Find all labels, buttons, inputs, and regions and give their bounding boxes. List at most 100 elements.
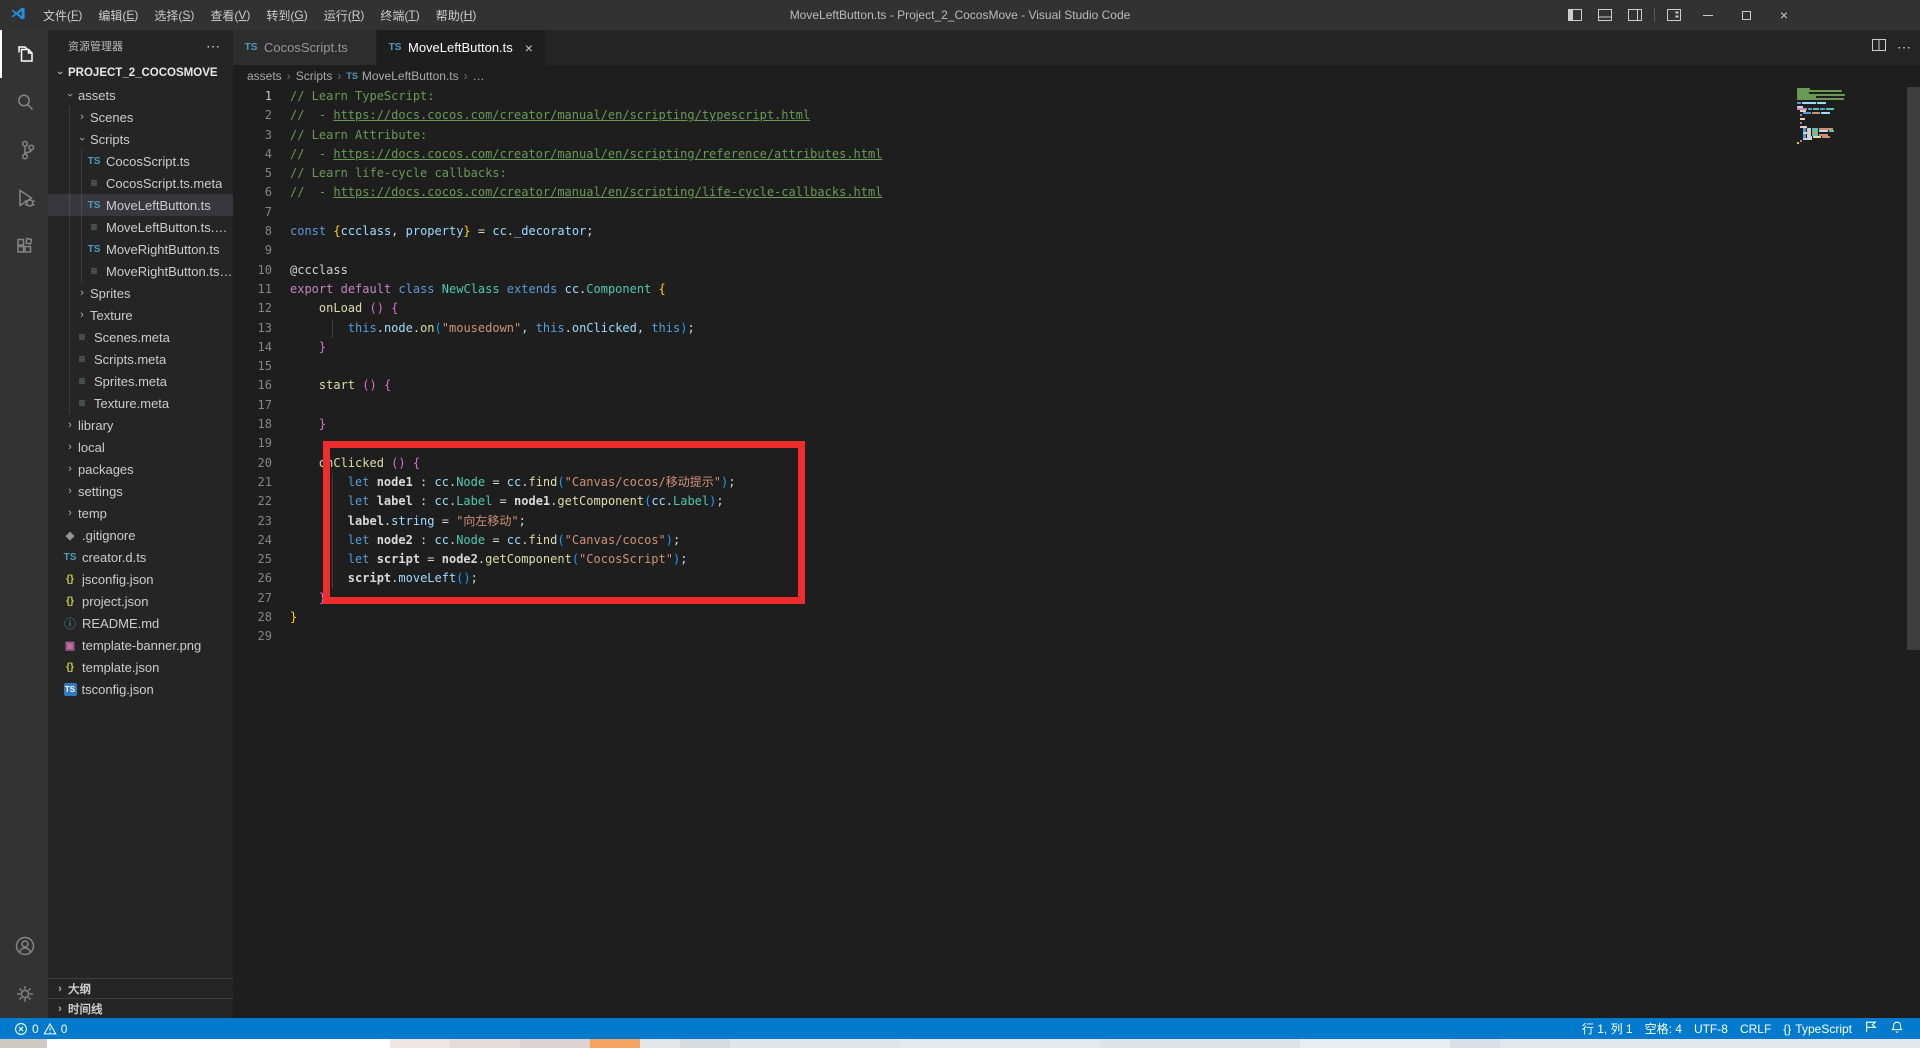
tree-item-moveleftbutton-ts[interactable]: TSMoveLeftButton.ts: [48, 194, 233, 216]
tab-moveleftbutton-ts[interactable]: TSMoveLeftButton.ts×: [377, 30, 546, 65]
tree-item-moveleftbutton-ts-meta[interactable]: ≡MoveLeftButton.ts.meta: [48, 216, 233, 238]
status-typescript[interactable]: {}TypeScript: [1777, 1018, 1858, 1039]
tree-item-sprites[interactable]: ›Sprites: [48, 282, 233, 304]
tree-item--gitignore[interactable]: ◈.gitignore: [48, 524, 233, 546]
extensions-icon[interactable]: [0, 222, 48, 270]
close-button[interactable]: ×: [1765, 0, 1803, 30]
code-line[interactable]: 3// Learn Attribute:: [233, 126, 1920, 145]
maximize-button[interactable]: [1727, 0, 1765, 30]
breadcrumb-item[interactable]: assets: [247, 69, 282, 83]
tree-item-scripts-meta[interactable]: ≡Scripts.meta: [48, 348, 233, 370]
tree-item-scenes-meta[interactable]: ≡Scenes.meta: [48, 326, 233, 348]
code-line[interactable]: 7: [233, 203, 1920, 222]
feedback-icon[interactable]: [1858, 1018, 1884, 1039]
menu-item[interactable]: 文件(F): [35, 0, 90, 30]
tree-item-settings[interactable]: ›settings: [48, 480, 233, 502]
menu-item[interactable]: 转到(G): [258, 0, 315, 30]
menu-item[interactable]: 终端(T): [372, 0, 427, 30]
code-line[interactable]: 20 onClicked () {: [233, 454, 1920, 473]
tree-item-assets[interactable]: ›assets: [48, 84, 233, 106]
tree-item-creator-d-ts[interactable]: TScreator.d.ts: [48, 546, 233, 568]
sidebar-section-时间线[interactable]: ›时间线: [48, 998, 233, 1018]
source-control-icon[interactable]: [0, 126, 48, 174]
tree-item-template-banner-png[interactable]: ▣template-banner.png: [48, 634, 233, 656]
tree-item-scripts[interactable]: ›Scripts: [48, 128, 233, 150]
tree-item-sprites-meta[interactable]: ≡Sprites.meta: [48, 370, 233, 392]
account-icon[interactable]: [0, 922, 48, 970]
code-line[interactable]: 29: [233, 627, 1920, 646]
code-line[interactable]: 2// - https://docs.cocos.com/creator/man…: [233, 106, 1920, 125]
code-line[interactable]: 5// Learn life-cycle callbacks:: [233, 164, 1920, 183]
code-line[interactable]: 17: [233, 396, 1920, 415]
tree-item-project-json[interactable]: {}project.json: [48, 590, 233, 612]
toggle-sidebar-icon[interactable]: [1560, 0, 1590, 30]
menu-item[interactable]: 查看(V): [202, 0, 258, 30]
breadcrumb-item[interactable]: TSMoveLeftButton.ts: [346, 69, 458, 83]
tree-item-library[interactable]: ›library: [48, 414, 233, 436]
tree-item-project-2-cocosmove[interactable]: ›PROJECT_2_COCOSMOVE: [48, 62, 233, 84]
tree-item-texture-meta[interactable]: ≡Texture.meta: [48, 392, 233, 414]
settings-gear-icon[interactable]: [0, 970, 48, 1018]
explorer-icon[interactable]: [0, 30, 48, 78]
tab-cocosscript-ts[interactable]: TSCocosScript.ts: [233, 30, 377, 65]
editor-more-actions-icon[interactable]: ⋯: [1897, 39, 1912, 56]
tree-item-moverightbutton-ts[interactable]: TSMoveRightButton.ts: [48, 238, 233, 260]
editor-scrollbar[interactable]: [1907, 87, 1920, 650]
code-line[interactable]: 13 this.node.on("mousedown", this.onClic…: [233, 319, 1920, 338]
breadcrumb-item[interactable]: …: [473, 69, 485, 83]
menu-item[interactable]: 编辑(E): [90, 0, 146, 30]
code-line[interactable]: 10@ccclass: [233, 261, 1920, 280]
status-crlf[interactable]: CRLF: [1734, 1018, 1777, 1039]
code-line[interactable]: 1// Learn TypeScript:: [233, 87, 1920, 106]
breadcrumb-item[interactable]: Scripts: [296, 69, 333, 83]
search-icon[interactable]: [0, 78, 48, 126]
code-line[interactable]: 24 let node2 : cc.Node = cc.find("Canvas…: [233, 531, 1920, 550]
menu-item[interactable]: 运行(R): [316, 0, 373, 30]
code-line[interactable]: 22 let label : cc.Label = node1.getCompo…: [233, 492, 1920, 511]
status-行-1-列-1[interactable]: 行 1, 列 1: [1576, 1018, 1639, 1039]
notifications-bell-icon[interactable]: [1884, 1018, 1910, 1039]
tree-item-packages[interactable]: ›packages: [48, 458, 233, 480]
tree-item-temp[interactable]: ›temp: [48, 502, 233, 524]
code-line[interactable]: 25 let script = node2.getComponent("Coco…: [233, 550, 1920, 569]
menu-item[interactable]: 帮助(H): [428, 0, 485, 30]
tree-item-tsconfig-json[interactable]: TStsconfig.json: [48, 678, 233, 700]
code-line[interactable]: 8const {ccclass, property} = cc._decorat…: [233, 222, 1920, 241]
tree-item-readme-md[interactable]: ⓘREADME.md: [48, 612, 233, 634]
tree-item-moverightbutton-ts-meta[interactable]: ≡MoveRightButton.ts.meta: [48, 260, 233, 282]
code-line[interactable]: 28}: [233, 608, 1920, 627]
status-utf-8[interactable]: UTF-8: [1688, 1018, 1734, 1039]
tree-item-cocosscript-ts[interactable]: TSCocosScript.ts: [48, 150, 233, 172]
code-line[interactable]: 12 onLoad () {: [233, 299, 1920, 318]
code-line[interactable]: 9: [233, 241, 1920, 260]
code-line[interactable]: 21 let node1 : cc.Node = cc.find("Canvas…: [233, 473, 1920, 492]
minimize-button[interactable]: [1689, 0, 1727, 30]
explorer-more-actions-icon[interactable]: ⋯: [202, 38, 225, 55]
code-editor[interactable]: 1// Learn TypeScript:2// - https://docs.…: [233, 87, 1920, 1018]
toggle-secondary-sidebar-icon[interactable]: [1620, 0, 1650, 30]
tree-item-jsconfig-json[interactable]: {}jsconfig.json: [48, 568, 233, 590]
sidebar-section-大纲[interactable]: ›大纲: [48, 978, 233, 998]
code-line[interactable]: 16 start () {: [233, 376, 1920, 395]
status-空格-4[interactable]: 空格: 4: [1639, 1018, 1688, 1039]
customize-layout-icon[interactable]: [1659, 0, 1689, 30]
code-line[interactable]: 11export default class NewClass extends …: [233, 280, 1920, 299]
code-line[interactable]: 18 }: [233, 415, 1920, 434]
code-line[interactable]: 26 script.moveLeft();: [233, 569, 1920, 588]
run-and-debug-icon[interactable]: [0, 174, 48, 222]
code-line[interactable]: 19: [233, 434, 1920, 453]
menu-item[interactable]: 选择(S): [146, 0, 202, 30]
tree-item-texture[interactable]: ›Texture: [48, 304, 233, 326]
code-line[interactable]: 4// - https://docs.cocos.com/creator/man…: [233, 145, 1920, 164]
tree-item-template-json[interactable]: {}template.json: [48, 656, 233, 678]
code-line[interactable]: 6// - https://docs.cocos.com/creator/man…: [233, 183, 1920, 202]
tree-item-cocosscript-ts-meta[interactable]: ≡CocosScript.ts.meta: [48, 172, 233, 194]
code-line[interactable]: 15: [233, 357, 1920, 376]
code-line[interactable]: 27 }: [233, 589, 1920, 608]
problems-status[interactable]: 0 0: [8, 1018, 73, 1039]
split-editor-icon[interactable]: [1871, 37, 1887, 58]
tree-item-scenes[interactable]: ›Scenes: [48, 106, 233, 128]
tree-item-local[interactable]: ›local: [48, 436, 233, 458]
tab-close-icon[interactable]: ×: [523, 40, 535, 56]
code-line[interactable]: 14 }: [233, 338, 1920, 357]
